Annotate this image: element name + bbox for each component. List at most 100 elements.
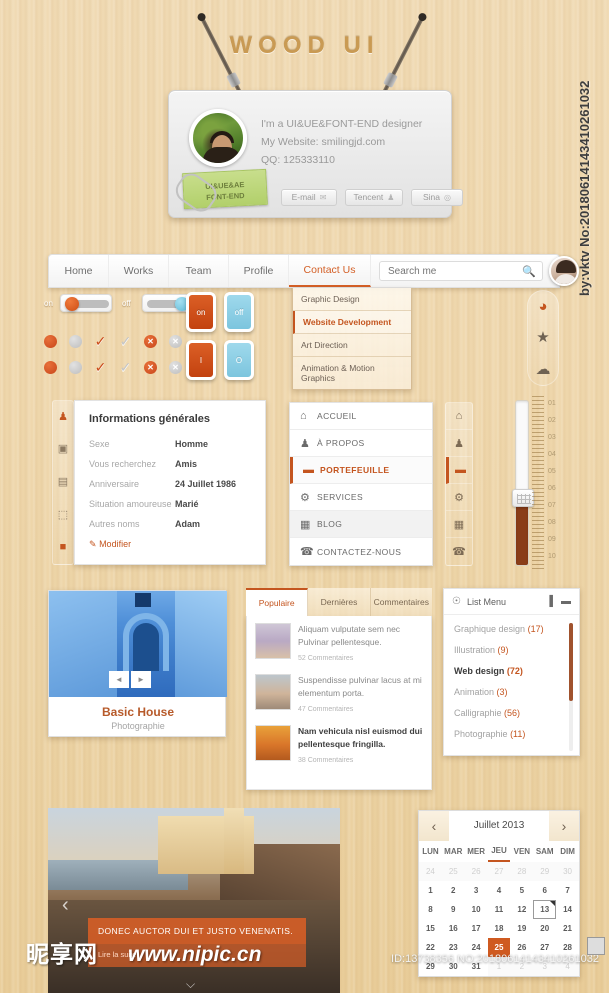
menu-item-accueil[interactable]: ⌂ ACCUEIL	[290, 403, 432, 430]
calendar-day[interactable]: 6	[533, 881, 556, 900]
chevron-right-icon[interactable]: ›	[549, 818, 579, 834]
calendar-day[interactable]: 4	[488, 881, 511, 900]
list-menu-item-calligraphie[interactable]: Calligraphie (56)	[454, 708, 569, 718]
calendar-day[interactable]: 18	[488, 919, 511, 938]
rail-home-icon[interactable]: ⌂	[446, 403, 472, 430]
calendar-day[interactable]: 30	[556, 862, 579, 881]
star-icon[interactable]: ★	[536, 330, 549, 345]
radio-selected-icon-2[interactable]	[44, 361, 57, 374]
rail-user-group-icon[interactable]: ♟	[446, 430, 472, 457]
menu-item-blog[interactable]: ▦ BLOG	[290, 511, 432, 538]
calendar-day[interactable]: 28	[510, 862, 534, 881]
calendar-day[interactable]: 12	[510, 900, 533, 919]
calendar-day[interactable]: 3	[465, 881, 488, 900]
calendar-day[interactable]: 1	[419, 881, 442, 900]
check-orange-icon[interactable]: ✓	[94, 333, 107, 349]
nav-item-works[interactable]: Works	[109, 255, 169, 287]
calendar-day[interactable]: 7	[556, 881, 579, 900]
save-icon[interactable]: ▤	[58, 476, 68, 488]
search-icon[interactable]: 🔍	[522, 265, 536, 278]
scrollbar[interactable]	[569, 623, 573, 751]
menu-item-a-propos[interactable]: ♟ À PROPOS	[290, 430, 432, 457]
calendar-day[interactable]: 14	[556, 900, 579, 919]
user-avatar[interactable]	[548, 256, 579, 286]
slider-down-icon[interactable]: ⌵	[186, 977, 195, 992]
menu-item-contactez-nous[interactable]: ☎ CONTACTEZ-NOUS	[290, 538, 432, 565]
chat-bubble-icon[interactable]: ◕	[538, 299, 547, 314]
dropdown-item-animation-motion-graphics[interactable]: Animation & Motion Graphics	[293, 357, 411, 389]
dropdown-item-website-development[interactable]: Website Development	[293, 311, 411, 334]
vertical-slider[interactable]	[512, 400, 534, 566]
menu-item-services[interactable]: ⚙ SERVICES	[290, 484, 432, 511]
users-icon[interactable]: ♟	[58, 411, 68, 423]
cloud-icon[interactable]: ☁	[536, 362, 551, 377]
email-button[interactable]: E-mail ✉	[281, 189, 337, 206]
image-icon[interactable]: ▣	[58, 444, 68, 455]
close-grey-icon-2[interactable]: ✕	[169, 361, 182, 374]
calendar-day[interactable]: 26	[464, 862, 488, 881]
comment-icon[interactable]: ▬	[561, 596, 571, 607]
list-menu-item-photographie[interactable]: Photographie (11)	[454, 729, 569, 739]
square-button-i[interactable]: I	[186, 340, 216, 380]
tab-populaire[interactable]: Populaire	[246, 588, 309, 616]
list-item[interactable]: Aliquam vulputate sem nec Pulvinar pelle…	[255, 623, 423, 665]
inbox-icon[interactable]: ■	[60, 542, 67, 553]
calendar-day[interactable]: 20	[533, 919, 556, 938]
calendar-day[interactable]: 19	[510, 919, 533, 938]
calendar-day[interactable]: 29	[533, 862, 557, 881]
sina-button[interactable]: Sina ◎	[411, 189, 463, 206]
bookmark-icon[interactable]: ▐	[546, 596, 553, 607]
calendar-day[interactable]: 5	[510, 881, 533, 900]
calendar-day[interactable]: 15	[419, 919, 442, 938]
slider-prev-icon[interactable]: ‹	[62, 894, 69, 917]
toggle-switch-on[interactable]	[60, 294, 112, 312]
list-menu-item-illustration[interactable]: Illustration (9)	[454, 645, 569, 655]
dropdown-item-graphic-design[interactable]: Graphic Design	[293, 288, 411, 311]
rail-grid-icon[interactable]: ▦	[446, 511, 472, 538]
dropdown-item-art-direction[interactable]: Art Direction	[293, 334, 411, 357]
modifier-link[interactable]: ✎ Modifier	[89, 539, 251, 550]
menu-item-portefeuille[interactable]: ▬ PORTEFEUILLE	[290, 457, 432, 484]
rail-gear-icon[interactable]: ⚙	[446, 484, 472, 511]
list-menu-item-animation[interactable]: Animation (3)	[454, 687, 569, 697]
check-grey-icon-2[interactable]: ✓	[119, 359, 132, 375]
square-button-on[interactable]: on	[186, 292, 216, 332]
square-button-off[interactable]: off	[224, 292, 254, 332]
rail-phone-icon[interactable]: ☎	[446, 538, 472, 565]
close-grey-icon[interactable]: ✕	[169, 335, 182, 348]
radio-unselected-icon[interactable]	[69, 335, 82, 348]
nav-item-team[interactable]: Team	[169, 255, 229, 287]
tab-dernieres[interactable]: Dernières	[308, 588, 371, 616]
scrollbar-thumb[interactable]	[569, 623, 573, 701]
calendar-day[interactable]: 24	[419, 862, 442, 881]
nav-item-profile[interactable]: Profile	[229, 255, 289, 287]
search-box[interactable]: 🔍	[379, 261, 543, 281]
calendar-day[interactable]: 2	[442, 881, 465, 900]
calendar-day[interactable]: 9	[442, 900, 465, 919]
nav-item-home[interactable]: Home	[49, 255, 109, 287]
close-orange-icon-2[interactable]: ✕	[144, 361, 157, 374]
list-menu-item-web-design[interactable]: Web design (72)	[454, 666, 569, 676]
list-menu-item-graphique-design[interactable]: Graphique design (17)	[454, 624, 569, 634]
calendar-day[interactable]: 16	[442, 919, 465, 938]
nav-item-contact-us[interactable]: Contact Us	[289, 255, 371, 287]
file-icon[interactable]: ⬚	[58, 509, 68, 521]
calendar-day[interactable]: 8	[419, 900, 442, 919]
calendar-day[interactable]: 11	[488, 900, 511, 919]
calendar-day[interactable]: 25	[441, 862, 465, 881]
square-button-o[interactable]: O	[224, 340, 254, 380]
radio-unselected-icon-2[interactable]	[69, 361, 82, 374]
calendar-day[interactable]: 17	[465, 919, 488, 938]
calendar-day[interactable]: 27	[487, 862, 511, 881]
slider-handle[interactable]	[512, 489, 534, 507]
check-orange-icon-2[interactable]: ✓	[94, 359, 107, 375]
close-orange-icon[interactable]: ✕	[144, 335, 157, 348]
radio-selected-icon[interactable]	[44, 335, 57, 348]
tencent-button[interactable]: Tencent ♟	[345, 189, 403, 206]
rail-briefcase-icon[interactable]: ▬	[446, 457, 472, 484]
chevron-left-icon[interactable]: ‹	[419, 818, 449, 834]
search-input[interactable]	[386, 264, 522, 278]
list-item[interactable]: Nam vehicula nisl euismod dui pellentesq…	[255, 725, 423, 767]
calendar-day[interactable]: 21	[556, 919, 579, 938]
calendar-day[interactable]: 10	[465, 900, 488, 919]
